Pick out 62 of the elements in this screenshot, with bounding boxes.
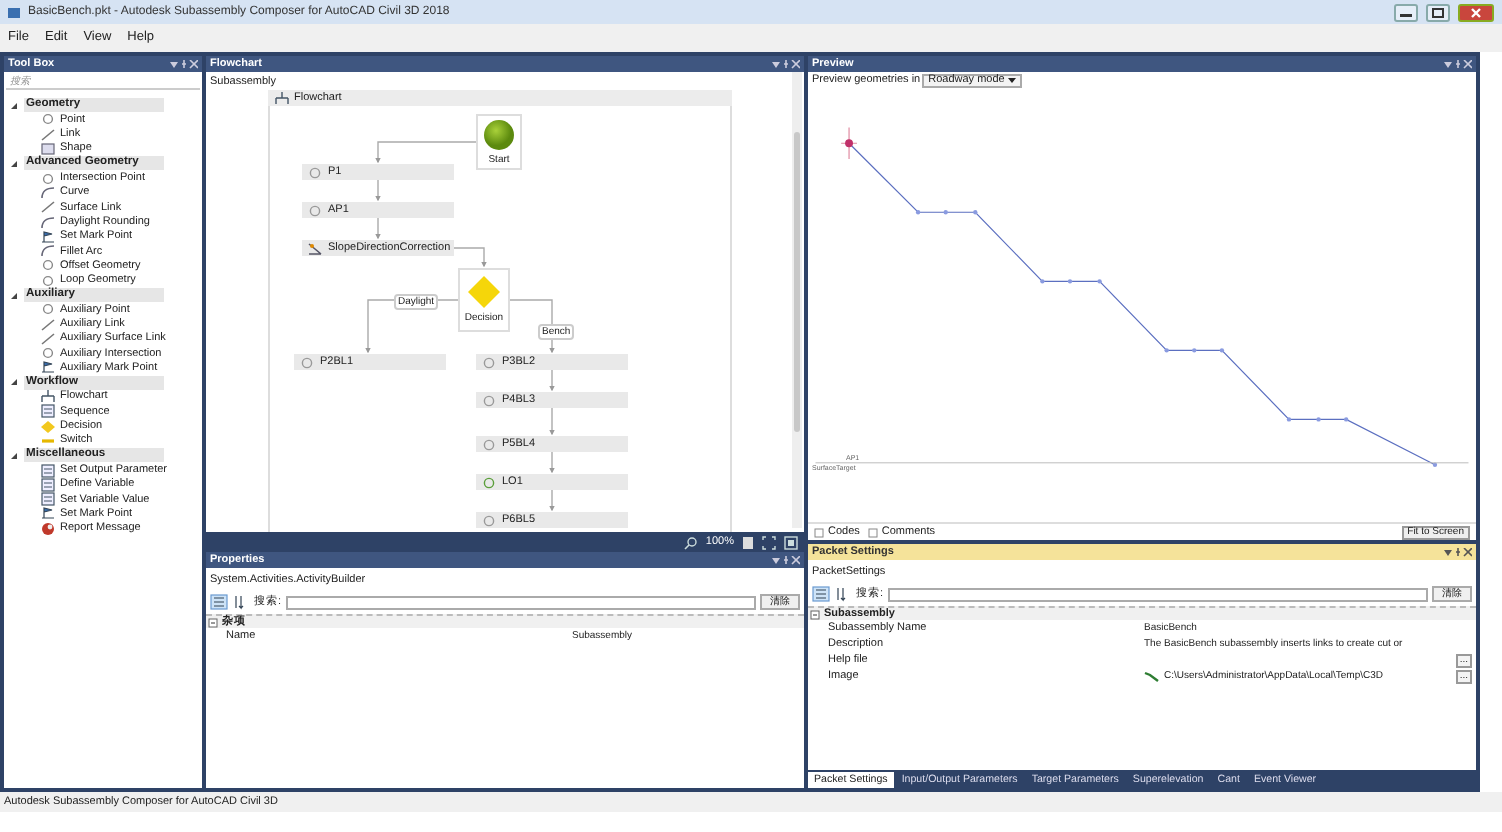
- collapse-icon[interactable]: [10, 451, 18, 460]
- circle-icon: [40, 112, 56, 127]
- connector-arrow: [549, 451, 555, 474]
- connector-arrow: [549, 369, 555, 392]
- flag-icon: [40, 506, 56, 521]
- maximize-button[interactable]: [1426, 3, 1450, 21]
- diamond-icon: [468, 276, 500, 308]
- connector-arrow: [375, 217, 381, 240]
- search-field[interactable]: [887, 587, 1428, 602]
- collapse-icon[interactable]: [10, 291, 18, 299]
- circle-icon: [482, 437, 496, 451]
- circle-icon: [482, 475, 496, 489]
- circle-icon: [40, 302, 56, 317]
- checkbox[interactable]: [814, 527, 824, 537]
- minimize-button[interactable]: [1394, 3, 1418, 21]
- zoom-icon[interactable]: [683, 535, 698, 549]
- flag-icon: [40, 360, 56, 375]
- circle-icon: [300, 355, 314, 369]
- app-icon: [8, 5, 20, 19]
- checkbox[interactable]: [867, 527, 878, 537]
- connector-arrow: [375, 141, 477, 164]
- collapse-icon[interactable]: [10, 101, 18, 110]
- zoom-toggle-icon[interactable]: [742, 535, 754, 549]
- circle-icon: [482, 513, 496, 527]
- line-icon: [40, 127, 56, 142]
- circle-icon: [308, 203, 322, 217]
- flowchart-icon: [274, 91, 290, 105]
- panel-controls-icon[interactable]: [1444, 547, 1472, 557]
- shape-icon: [40, 142, 56, 157]
- circle-icon: [40, 171, 56, 186]
- collapse-icon[interactable]: [10, 159, 18, 168]
- caret-icon: [1008, 77, 1017, 83]
- flag-icon: [40, 229, 56, 244]
- panel-controls-icon[interactable]: [170, 59, 198, 69]
- connector-arrow: [549, 407, 555, 436]
- switch-icon: [40, 433, 56, 448]
- panel-controls-icon[interactable]: [1444, 59, 1472, 69]
- circle-icon: [482, 355, 496, 369]
- close-button[interactable]: [1458, 3, 1494, 21]
- search-field[interactable]: [285, 595, 756, 610]
- fit-icon[interactable]: [762, 535, 776, 549]
- categorized-button[interactable]: [210, 594, 228, 611]
- circle-icon: [308, 165, 322, 179]
- collapse-icon[interactable]: [10, 378, 18, 387]
- image-icon: [1144, 669, 1160, 684]
- panel-controls-icon[interactable]: [772, 555, 800, 565]
- circle-icon: [40, 346, 56, 361]
- scrollbar[interactable]: [792, 72, 802, 528]
- circle-icon: [482, 393, 496, 407]
- line-icon: [40, 200, 56, 215]
- connector-arrow: [375, 179, 381, 202]
- categorized-button[interactable]: [812, 586, 830, 603]
- report-icon: [40, 521, 56, 536]
- connector-arrow: [453, 247, 487, 268]
- diamond-icon: [40, 419, 56, 434]
- flowchart-icon: [40, 390, 56, 405]
- slope-icon: [308, 241, 322, 255]
- overview-icon[interactable]: [784, 535, 798, 549]
- connector-arrow: [549, 489, 555, 512]
- list-icon: [40, 404, 56, 419]
- panel-controls-icon[interactable]: [772, 59, 800, 69]
- circle-icon: [484, 120, 514, 150]
